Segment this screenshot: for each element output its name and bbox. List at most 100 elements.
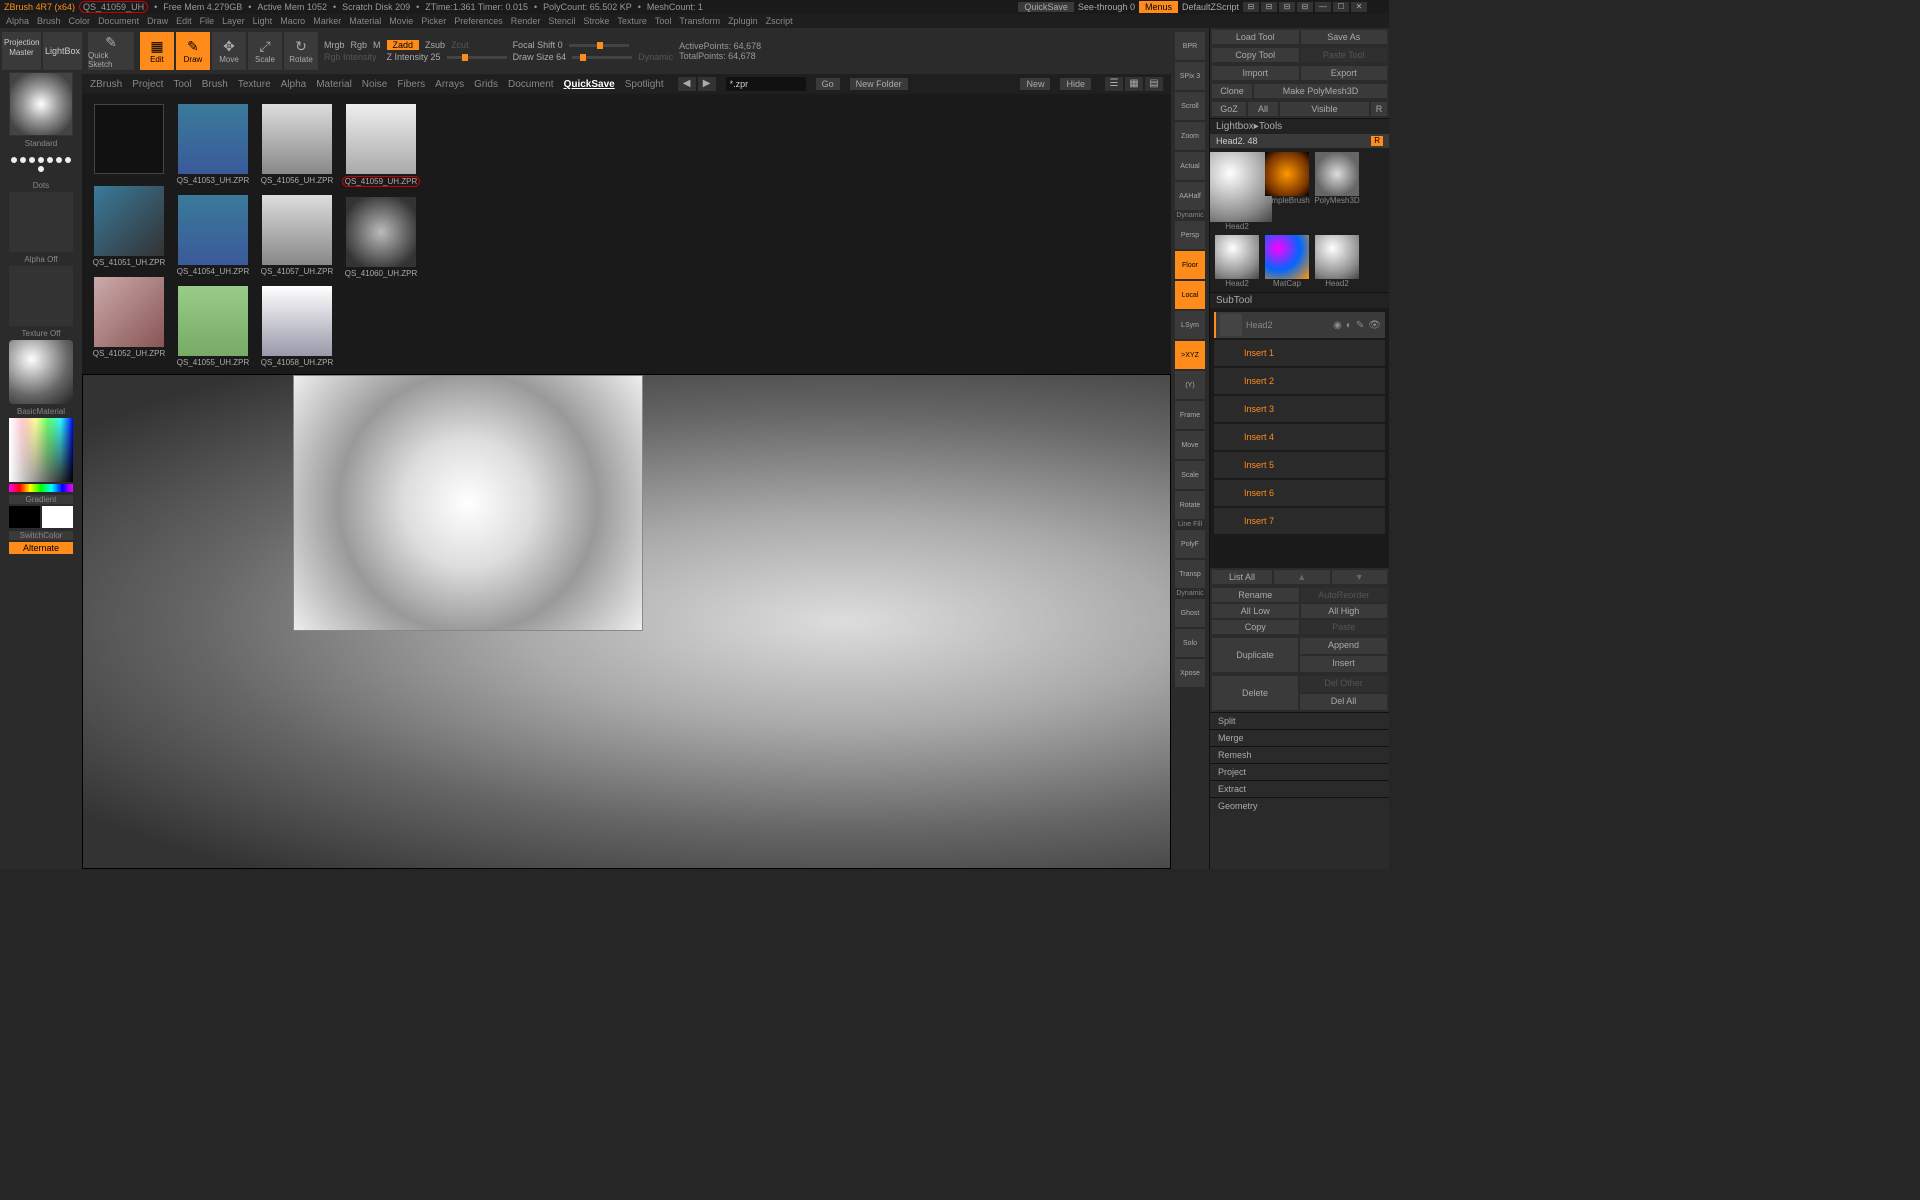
lightbox-filter-input[interactable] [726,77,806,91]
menu-stencil[interactable]: Stencil [548,16,575,26]
focal-slider[interactable] [569,44,629,47]
copy-tool-button[interactable]: Copy Tool [1212,48,1299,62]
menu-tool[interactable]: Tool [655,16,672,26]
subtool-item[interactable]: Insert 2 [1214,368,1385,394]
goz-button[interactable]: GoZ [1212,102,1246,116]
thumb-item[interactable]: QS_41058_UH.ZPR [260,286,334,367]
subtool-item[interactable]: Insert 3 [1214,396,1385,422]
goz-r-button[interactable]: R [1371,102,1387,116]
move-button[interactable]: ✥Move [212,32,246,70]
menu-layer[interactable]: Layer [222,16,245,26]
menu-macro[interactable]: Macro [280,16,305,26]
load-tool-button[interactable]: Load Tool [1212,30,1299,44]
lightbox-tab-noise[interactable]: Noise [362,79,388,90]
insert-button[interactable]: Insert [1300,656,1387,672]
menu-color[interactable]: Color [69,16,91,26]
alllow-button[interactable]: All Low [1212,604,1299,618]
section-geometry[interactable]: Geometry [1210,797,1389,814]
thumb-item[interactable]: QS_41051_UH.ZPR [92,186,166,267]
lightbox-tab-project[interactable]: Project [132,79,163,90]
section-project[interactable]: Project [1210,763,1389,780]
rtool-local[interactable]: Local [1175,281,1205,309]
thumb-item[interactable]: QS_41057_UH.ZPR [260,195,334,276]
view-large-icon[interactable]: ▤ [1145,77,1163,91]
alternate-button[interactable]: Alternate [9,542,73,554]
subtool-item[interactable]: Insert 6 [1214,480,1385,506]
draw-button[interactable]: ✎Draw [176,32,210,70]
subtool-header[interactable]: SubTool [1210,292,1389,308]
seethrough-slider[interactable]: See-through 0 [1078,2,1135,12]
menus-button[interactable]: Menus [1139,1,1178,13]
dock-icon[interactable]: ⊟ [1279,2,1295,12]
menu-zplugin[interactable]: Zplugin [728,16,758,26]
thumb-item[interactable]: QS_41053_UH.ZPR [176,104,250,185]
rtool-zoom[interactable]: Zoom [1175,122,1205,150]
reference-image[interactable] [293,375,643,631]
scale-button[interactable]: ⤢Scale [248,32,282,70]
subtool-item[interactable]: Insert 5 [1214,452,1385,478]
rtool-floor[interactable]: Floor [1175,251,1205,279]
lightbox-tab-zbrush[interactable]: ZBrush [90,79,122,90]
zintensity-slider[interactable] [447,56,507,59]
menu-render[interactable]: Render [511,16,541,26]
rtool-rotate[interactable]: Rotate [1175,491,1205,519]
nav-next-icon[interactable]: ▶ [698,77,716,91]
lightbox-tab-brush[interactable]: Brush [202,79,228,90]
menu-edit[interactable]: Edit [176,16,192,26]
menu-alpha[interactable]: Alpha [6,16,29,26]
lightbox-tab-document[interactable]: Document [508,79,554,90]
lightbox-tab-material[interactable]: Material [316,79,352,90]
subtool-toggle-icon[interactable]: ◉ [1333,320,1342,331]
menu-stroke[interactable]: Stroke [583,16,609,26]
tool-thumb[interactable]: PolyMesh3D [1314,152,1360,231]
rtool-scale[interactable]: Scale [1175,461,1205,489]
view-grid-icon[interactable]: ▦ [1125,77,1143,91]
rotate-button[interactable]: ↻Rotate [284,32,318,70]
newfolder-button[interactable]: New Folder [850,78,908,90]
rtool-move[interactable]: Move [1175,431,1205,459]
rename-button[interactable]: Rename [1212,588,1299,602]
goz-visible-button[interactable]: Visible [1280,102,1369,116]
rtool-scroll[interactable]: Scroll [1175,92,1205,120]
rtool-lsym[interactable]: LSym [1175,311,1205,339]
section-remesh[interactable]: Remesh [1210,746,1389,763]
lightbox-tab-tool[interactable]: Tool [173,79,191,90]
menu-document[interactable]: Document [98,16,139,26]
rtool-persp[interactable]: Persp [1175,221,1205,249]
color-picker[interactable] [9,418,73,482]
quicksave-button[interactable]: QuickSave [1018,2,1074,12]
rtool-polyf[interactable]: PolyF [1175,530,1205,558]
menu-zscript[interactable]: Zscript [766,16,793,26]
duplicate-button[interactable]: Duplicate [1212,638,1298,672]
section-merge[interactable]: Merge [1210,729,1389,746]
section-extract[interactable]: Extract [1210,780,1389,797]
go-button[interactable]: Go [816,78,840,90]
allhigh-button[interactable]: All High [1301,604,1388,618]
rtool-spix3[interactable]: SPix 3 [1175,62,1205,90]
view-list-icon[interactable]: ☰ [1105,77,1123,91]
projection-master-button[interactable]: Projection Master [2,32,41,70]
subtool-toggle-icon[interactable]: ◐ [1346,320,1352,331]
append-button[interactable]: Append [1300,638,1387,654]
lightbox-tab-fibers[interactable]: Fibers [397,79,425,90]
subtool-toggle-icon[interactable]: ✎ [1356,320,1364,331]
clone-button[interactable]: Clone [1212,84,1252,98]
lightbox-tab-texture[interactable]: Texture [238,79,271,90]
texture-swatch[interactable] [9,266,73,326]
menu-movie[interactable]: Movie [389,16,413,26]
menu-picker[interactable]: Picker [421,16,446,26]
brush-swatch[interactable] [9,72,73,136]
rtool-aahalf[interactable]: AAHalf [1175,182,1205,210]
lightbox-tab-spotlight[interactable]: Spotlight [625,79,664,90]
rtool-transp[interactable]: Transp [1175,560,1205,588]
maximize-icon[interactable]: ☐ [1333,2,1349,12]
list-all-button[interactable]: List All [1212,570,1272,584]
tool-thumb[interactable]: Head2 [1214,152,1260,231]
close-icon[interactable]: ✕ [1351,2,1367,12]
menu-file[interactable]: File [200,16,215,26]
arrow-down-icon[interactable]: ▼ [1332,570,1388,584]
arrow-up-icon[interactable]: ▲ [1274,570,1330,584]
quicksketch-button[interactable]: ✎Quick Sketch [88,32,134,70]
new-button[interactable]: New [1020,78,1050,90]
subtool-item[interactable]: Insert 7 [1214,508,1385,534]
